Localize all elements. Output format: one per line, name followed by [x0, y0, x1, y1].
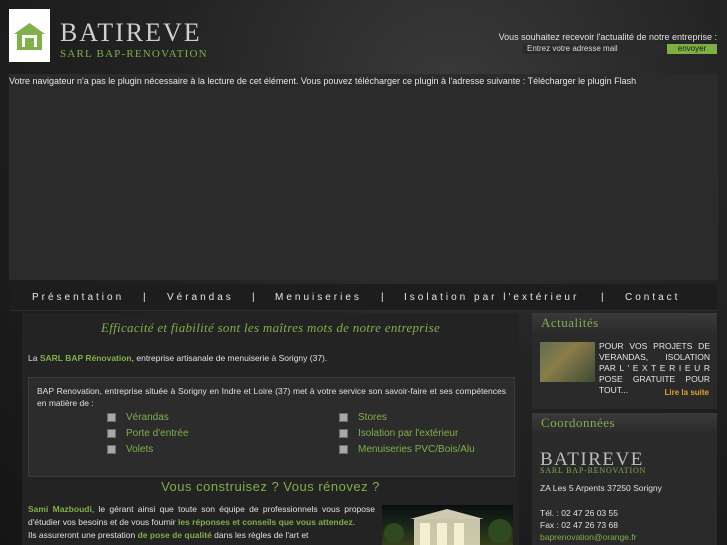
- veranda-illustration: [384, 509, 512, 545]
- service-item[interactable]: Menuiseries PVC/Bois/Alu: [339, 444, 475, 455]
- contact-panel: Coordonnées BATIREVE SARL BAP-RENOVATION…: [532, 413, 717, 545]
- contact-tel: Tél. : 02 47 26 03 55: [540, 508, 618, 518]
- main-content: Efficacité et fiabilité sont les maîtres…: [22, 313, 519, 545]
- bullet-icon: [339, 444, 348, 454]
- intro-suffix: , entreprise artisanale de menuiserie à …: [131, 353, 328, 363]
- subscribe-button[interactable]: envoyer: [667, 44, 717, 54]
- service-label: Menuiseries PVC/Bois/Alu: [358, 444, 475, 455]
- nav-item-isolation[interactable]: Isolation par l'extérieur: [404, 292, 579, 303]
- flash-message[interactable]: Votre navigateur n'a pas le plugin néces…: [9, 74, 718, 86]
- nav-item-presentation[interactable]: Présentation: [32, 292, 124, 303]
- service-item[interactable]: Volets: [107, 444, 153, 455]
- nav-separator: |: [381, 292, 384, 303]
- tagline: Efficacité et fiabilité sont les maîtres…: [100, 320, 441, 335]
- about-end: .: [352, 517, 356, 527]
- about-line2-end: dans les règles de l'art et: [214, 530, 309, 540]
- newsletter: Vous souhaitez recevoir l'actualité de n…: [499, 32, 717, 54]
- about-line2-highlight: de pose de qualité: [137, 530, 212, 540]
- read-more-link[interactable]: Lire la suite: [665, 388, 709, 397]
- flash-placeholder: Votre navigateur n'a pas le plugin néces…: [9, 74, 718, 280]
- services-description: BAP Renovation, entreprise située à Sori…: [37, 386, 506, 408]
- brand-name: BATIREVE: [60, 18, 202, 47]
- service-label: Porte d'entrée: [126, 428, 189, 439]
- contact-brand-sub: SARL BAP-RENOVATION: [540, 466, 647, 475]
- nav-item-menuiseries[interactable]: Menuiseries: [275, 292, 362, 303]
- news-heading: Actualités: [532, 313, 717, 335]
- service-item[interactable]: Stores: [339, 412, 387, 423]
- logo[interactable]: [9, 9, 50, 62]
- intro-company: SARL BAP Rénovation: [39, 353, 132, 363]
- service-label: Stores: [358, 412, 387, 423]
- nav-separator: |: [252, 292, 255, 303]
- bullet-icon: [107, 428, 116, 438]
- newsletter-label: Vous souhaitez recevoir l'actualité de n…: [498, 32, 717, 42]
- nav-item-contact[interactable]: Contact: [625, 292, 680, 303]
- contact-email-link[interactable]: baprenovation@orange.fr: [540, 532, 637, 542]
- contact-address: ZA Les 5 Arpents 37250 Sorigny: [540, 483, 662, 493]
- service-item[interactable]: Isolation par l'extérieur: [339, 428, 458, 439]
- main-nav: Présentation | Vérandas | Menuiseries | …: [10, 284, 717, 311]
- about-text: Sami Mazboudi, le gérant ainsi que toute…: [28, 503, 375, 542]
- contact-heading: Coordonnées: [532, 413, 717, 435]
- bullet-icon: [339, 428, 348, 438]
- intro-text: La SARL BAP Rénovation, entreprise artis…: [28, 353, 327, 363]
- nav-separator: |: [601, 292, 604, 303]
- nav-separator: |: [143, 292, 146, 303]
- nav-item-verandas[interactable]: Vérandas: [167, 292, 234, 303]
- veranda-photo: [382, 505, 513, 545]
- bullet-icon: [339, 412, 348, 422]
- service-item[interactable]: Porte d'entrée: [107, 428, 189, 439]
- about-line2: Ils assureront une prestation: [28, 530, 136, 540]
- contact-fax: Fax : 02 47 26 73 68: [540, 520, 618, 530]
- brand: BATIREVE SARL BAP-RENOVATION: [60, 18, 208, 61]
- bullet-icon: [107, 412, 116, 422]
- service-label: Vérandas: [126, 412, 169, 423]
- services-box: BAP Renovation, entreprise située à Sori…: [28, 377, 515, 477]
- service-item[interactable]: Vérandas: [107, 412, 169, 423]
- service-label: Volets: [126, 444, 154, 455]
- service-label: Isolation par l'extérieur: [358, 428, 459, 439]
- news-panel: Actualités POUR VOS PROJETS DE VERANDAS,…: [532, 313, 717, 409]
- brand-subtitle: SARL BAP-RENOVATION: [60, 48, 208, 60]
- about-highlight: les réponses et conseils que vous attend…: [178, 517, 353, 527]
- bullet-icon: [107, 444, 116, 454]
- house-icon: [14, 23, 45, 50]
- section-heading: Vous construisez ? Vous rénovez ?: [161, 479, 380, 494]
- email-input[interactable]: [523, 44, 667, 54]
- news-photo[interactable]: [540, 342, 595, 382]
- manager-name: Sami Mazboudi: [28, 504, 92, 514]
- intro-prefix: La: [28, 353, 38, 363]
